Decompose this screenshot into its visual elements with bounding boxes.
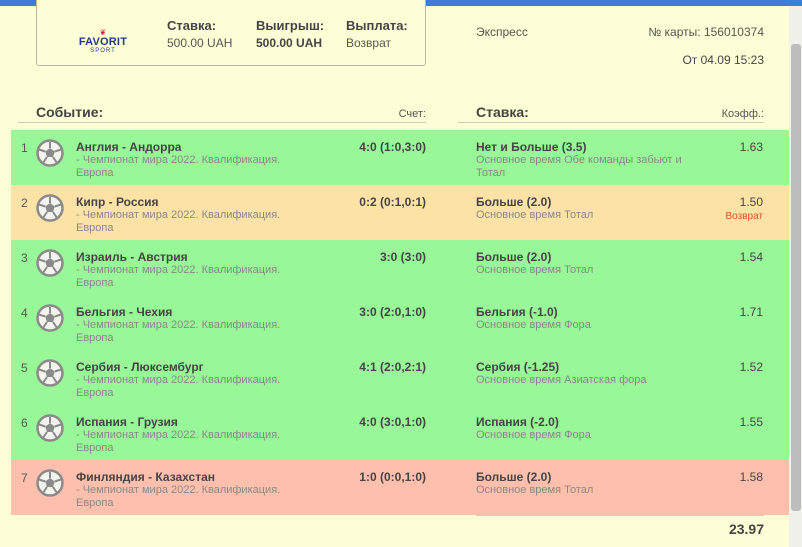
bet-outcome: Сербия (-1.25) — [476, 360, 560, 374]
header-divider-left — [18, 122, 426, 123]
bet-coefficient: 1.52 — [739, 360, 763, 374]
bet-status: Возврат — [725, 211, 764, 222]
match-score: 4:0 (1:0,3:0) — [359, 140, 426, 154]
row-number: 2 — [21, 196, 28, 210]
payout-value: Возврат — [346, 36, 391, 50]
row-number: 7 — [21, 471, 28, 485]
table-row: 3 Израиль - Австрия - Чемпионат мира 2022.… — [11, 240, 791, 295]
table-row: 2 Кипр - Россия - Чемпионат мира 2022. Ква… — [11, 185, 791, 240]
soccer-ball-icon — [36, 194, 64, 222]
win-block: Выигрыш: 500.00 UAH — [256, 18, 324, 51]
bet-coefficient: 1.54 — [739, 250, 763, 264]
stake-value: 500.00 UAH — [167, 36, 233, 50]
stake-label: Ставка: — [167, 18, 217, 33]
soccer-ball-icon — [36, 414, 64, 442]
table-row: 7 Финляндия - Казахстан - Чемпионат мира 2… — [11, 460, 791, 515]
bet-market: Основное время Тотал — [476, 209, 594, 221]
table-row: 5 Сербия - Люксембург - Чемпионат мира 202… — [11, 350, 791, 405]
total-divider — [476, 515, 764, 516]
match-name: Израиль - Австрия — [76, 250, 188, 264]
league-name: - Чемпионат мира 2022. Квалификация. Евр… — [76, 264, 281, 289]
bet-market: Основное время Азиатская фора — [476, 374, 647, 386]
coef-column-header: Коэфф.: — [721, 108, 764, 120]
match-name: Бельгия - Чехия — [76, 305, 173, 319]
bet-coefficient: 1.55 — [739, 415, 763, 429]
league-name: - Чемпионат мира 2022. Квалификация. Евр… — [76, 484, 281, 509]
bet-coefficient: 1.63 — [739, 140, 763, 154]
league-name: - Чемпионат мира 2022. Квалификация. Евр… — [76, 374, 281, 399]
header-divider-right — [458, 122, 764, 123]
card-number: № карты: 156010374 — [648, 25, 764, 39]
payout-block: Выплата: Возврат — [346, 18, 408, 51]
row-number: 1 — [21, 141, 28, 155]
bet-coefficient: 1.58 — [739, 470, 763, 484]
bet-coefficient: 1.71 — [739, 305, 763, 319]
payout-label: Выплата: — [346, 18, 408, 33]
bet-outcome: Бельгия (-1.0) — [476, 305, 558, 319]
bet-outcome: Испания (-2.0) — [476, 415, 559, 429]
league-name: - Чемпионат мира 2022. Квалификация. Евр… — [76, 429, 281, 454]
league-name: - Чемпионат мира 2022. Квалификация. Евр… — [76, 209, 281, 234]
soccer-ball-icon — [36, 304, 64, 332]
match-name: Кипр - Россия — [76, 195, 159, 209]
bet-market: Основное время Обе команды забьют и Тота… — [476, 154, 682, 179]
table-row: 1 Англия - Андорра - Чемпионат мира 2022. … — [11, 130, 791, 185]
match-name: Англия - Андорра — [76, 140, 182, 154]
bet-type: Экспресс — [476, 25, 528, 39]
match-score: 3:0 (3:0) — [379, 250, 426, 264]
row-number: 6 — [21, 416, 28, 430]
bet-market: Основное время Тотал — [476, 484, 594, 496]
match-score: 3:0 (2:0,1:0) — [359, 305, 426, 319]
row-number: 4 — [21, 306, 28, 320]
bet-outcome: Больше (2.0) — [476, 195, 552, 209]
bet-market: Основное время Фора — [476, 429, 591, 441]
match-name: Испания - Грузия — [76, 415, 178, 429]
bet-outcome: Больше (2.0) — [476, 250, 552, 264]
total-coefficient: 23.97 — [728, 521, 764, 537]
soccer-ball-icon — [36, 249, 64, 277]
bet-market: Основное время Тотал — [476, 264, 594, 276]
match-score: 0:2 (0:1,0:1) — [359, 195, 426, 209]
win-label: Выигрыш: — [256, 18, 325, 33]
score-column-header: Счет: — [398, 108, 426, 120]
soccer-ball-icon — [36, 139, 64, 167]
match-score: 1:0 (0:0,1:0) — [359, 470, 426, 484]
match-score: 4:0 (3:0,1:0) — [359, 415, 426, 429]
league-name: - Чемпионат мира 2022. Квалификация. Евр… — [76, 154, 281, 179]
bet-date: От 04.09 15:23 — [682, 53, 764, 67]
event-column-header: Событие: — [36, 104, 104, 120]
table-row: 4 Бельгия - Чехия - Чемпионат мира 2022. К… — [11, 295, 791, 350]
table-row: 6 Испания - Грузия - Чемпионат мира 2022. … — [11, 405, 791, 460]
win-value: 500.00 UAH — [256, 36, 323, 50]
soccer-ball-icon — [36, 359, 64, 387]
bet-outcome: Больше (2.0) — [476, 470, 552, 484]
row-number: 5 — [21, 361, 28, 375]
league-name: - Чемпионат мира 2022. Квалификация. Евр… — [76, 319, 281, 344]
bet-summary-card: ❦ FAVORIT SPORT Ставка: 500.00 UAH Выигр… — [36, 0, 426, 66]
match-name: Сербия - Люксембург — [76, 360, 204, 374]
bet-column-header: Ставка: — [476, 104, 529, 120]
soccer-ball-icon — [36, 469, 64, 497]
bet-coefficient: 1.50 — [739, 195, 763, 209]
bet-market: Основное время Фора — [476, 319, 591, 331]
row-number: 3 — [21, 251, 28, 265]
bet-outcome: Нет и Больше (3.5) — [476, 140, 587, 154]
match-name: Финляндия - Казахстан — [76, 470, 216, 484]
favorit-sport-logo: ❦ FAVORIT SPORT — [78, 28, 128, 55]
scrollbar-thumb[interactable] — [791, 44, 801, 511]
stake-block: Ставка: 500.00 UAH — [167, 18, 232, 51]
match-score: 4:1 (2:0,2:1) — [359, 360, 426, 374]
